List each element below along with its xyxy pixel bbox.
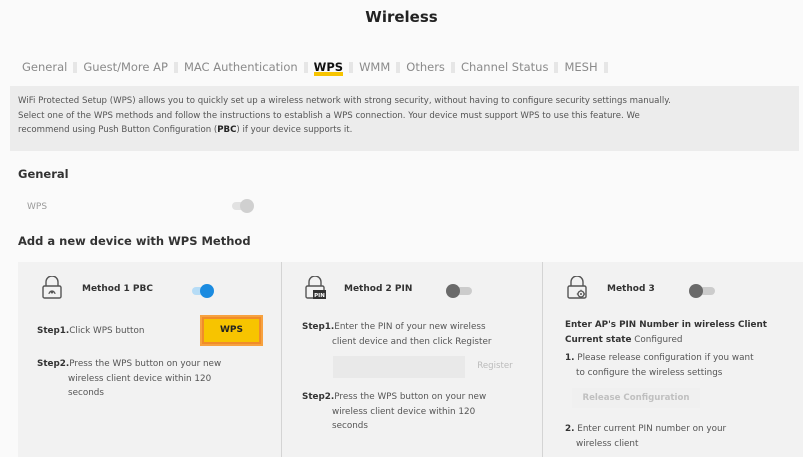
wps-enable-toggle[interactable] [226,199,254,213]
method1-title: Method 1 PBC [82,284,153,294]
method2-toggle[interactable] [446,284,474,298]
wps-button[interactable]: WPS [200,315,263,346]
tab-guest-more-ap[interactable]: Guest/More AP [79,60,172,74]
push-button-icon [42,276,62,299]
tab-channel-status[interactable]: Channel Status [457,60,553,74]
gear-lock-icon [567,276,587,299]
method3-item2: 2. Enter current PIN number on your wire… [565,424,727,449]
pin-input[interactable] [333,356,465,378]
pin-icon: PIN [305,276,326,299]
method2-step1: Step1.Enter the PIN of your new wireless… [302,322,492,347]
add-device-section-title: Add a new device with WPS Method [18,234,251,248]
method1-step2: Step2.Press the WPS button on your new w… [37,359,222,398]
method-divider-2 [542,262,543,457]
method3-title: Method 3 [607,284,655,294]
method3-item1: 1. Please release configuration if you w… [565,353,754,378]
wps-info-box: WiFi Protected Setup (WPS) allows you to… [10,86,799,151]
tab-others[interactable]: Others [402,60,449,74]
info-line-1: WiFi Protected Setup (WPS) allows you to… [18,96,671,106]
register-button[interactable]: Register [466,356,524,376]
tab-mac-authentication[interactable]: MAC Authentication [180,60,302,74]
tab-mesh[interactable]: MESH [560,60,601,74]
method3-heading: Enter AP's PIN Number in wireless Client… [565,320,767,345]
method1-step1: Step1.Click WPS button [37,326,145,336]
method1-toggle[interactable] [186,284,214,298]
method-divider-1 [281,262,282,457]
wps-enable-label: WPS [27,202,48,212]
method2-title: Method 2 PIN [344,284,413,294]
svg-text:PIN: PIN [314,293,325,299]
tab-bar: General Guest/More AP MAC Authentication… [18,59,610,76]
tab-wps[interactable]: WPS [310,60,347,76]
page-title: Wireless [365,8,438,26]
tab-general[interactable]: General [18,60,71,74]
release-configuration-button[interactable]: Release Configuration [572,388,700,408]
method2-step2: Step2.Press the WPS button on your new w… [302,392,487,431]
tab-wmm[interactable]: WMM [355,60,394,74]
method3-toggle[interactable] [689,284,717,298]
info-line-3: recommend using Push Button Configuratio… [18,125,353,135]
info-line-2: Select one of the WPS methods and follow… [18,110,640,121]
general-section-title: General [18,167,69,181]
